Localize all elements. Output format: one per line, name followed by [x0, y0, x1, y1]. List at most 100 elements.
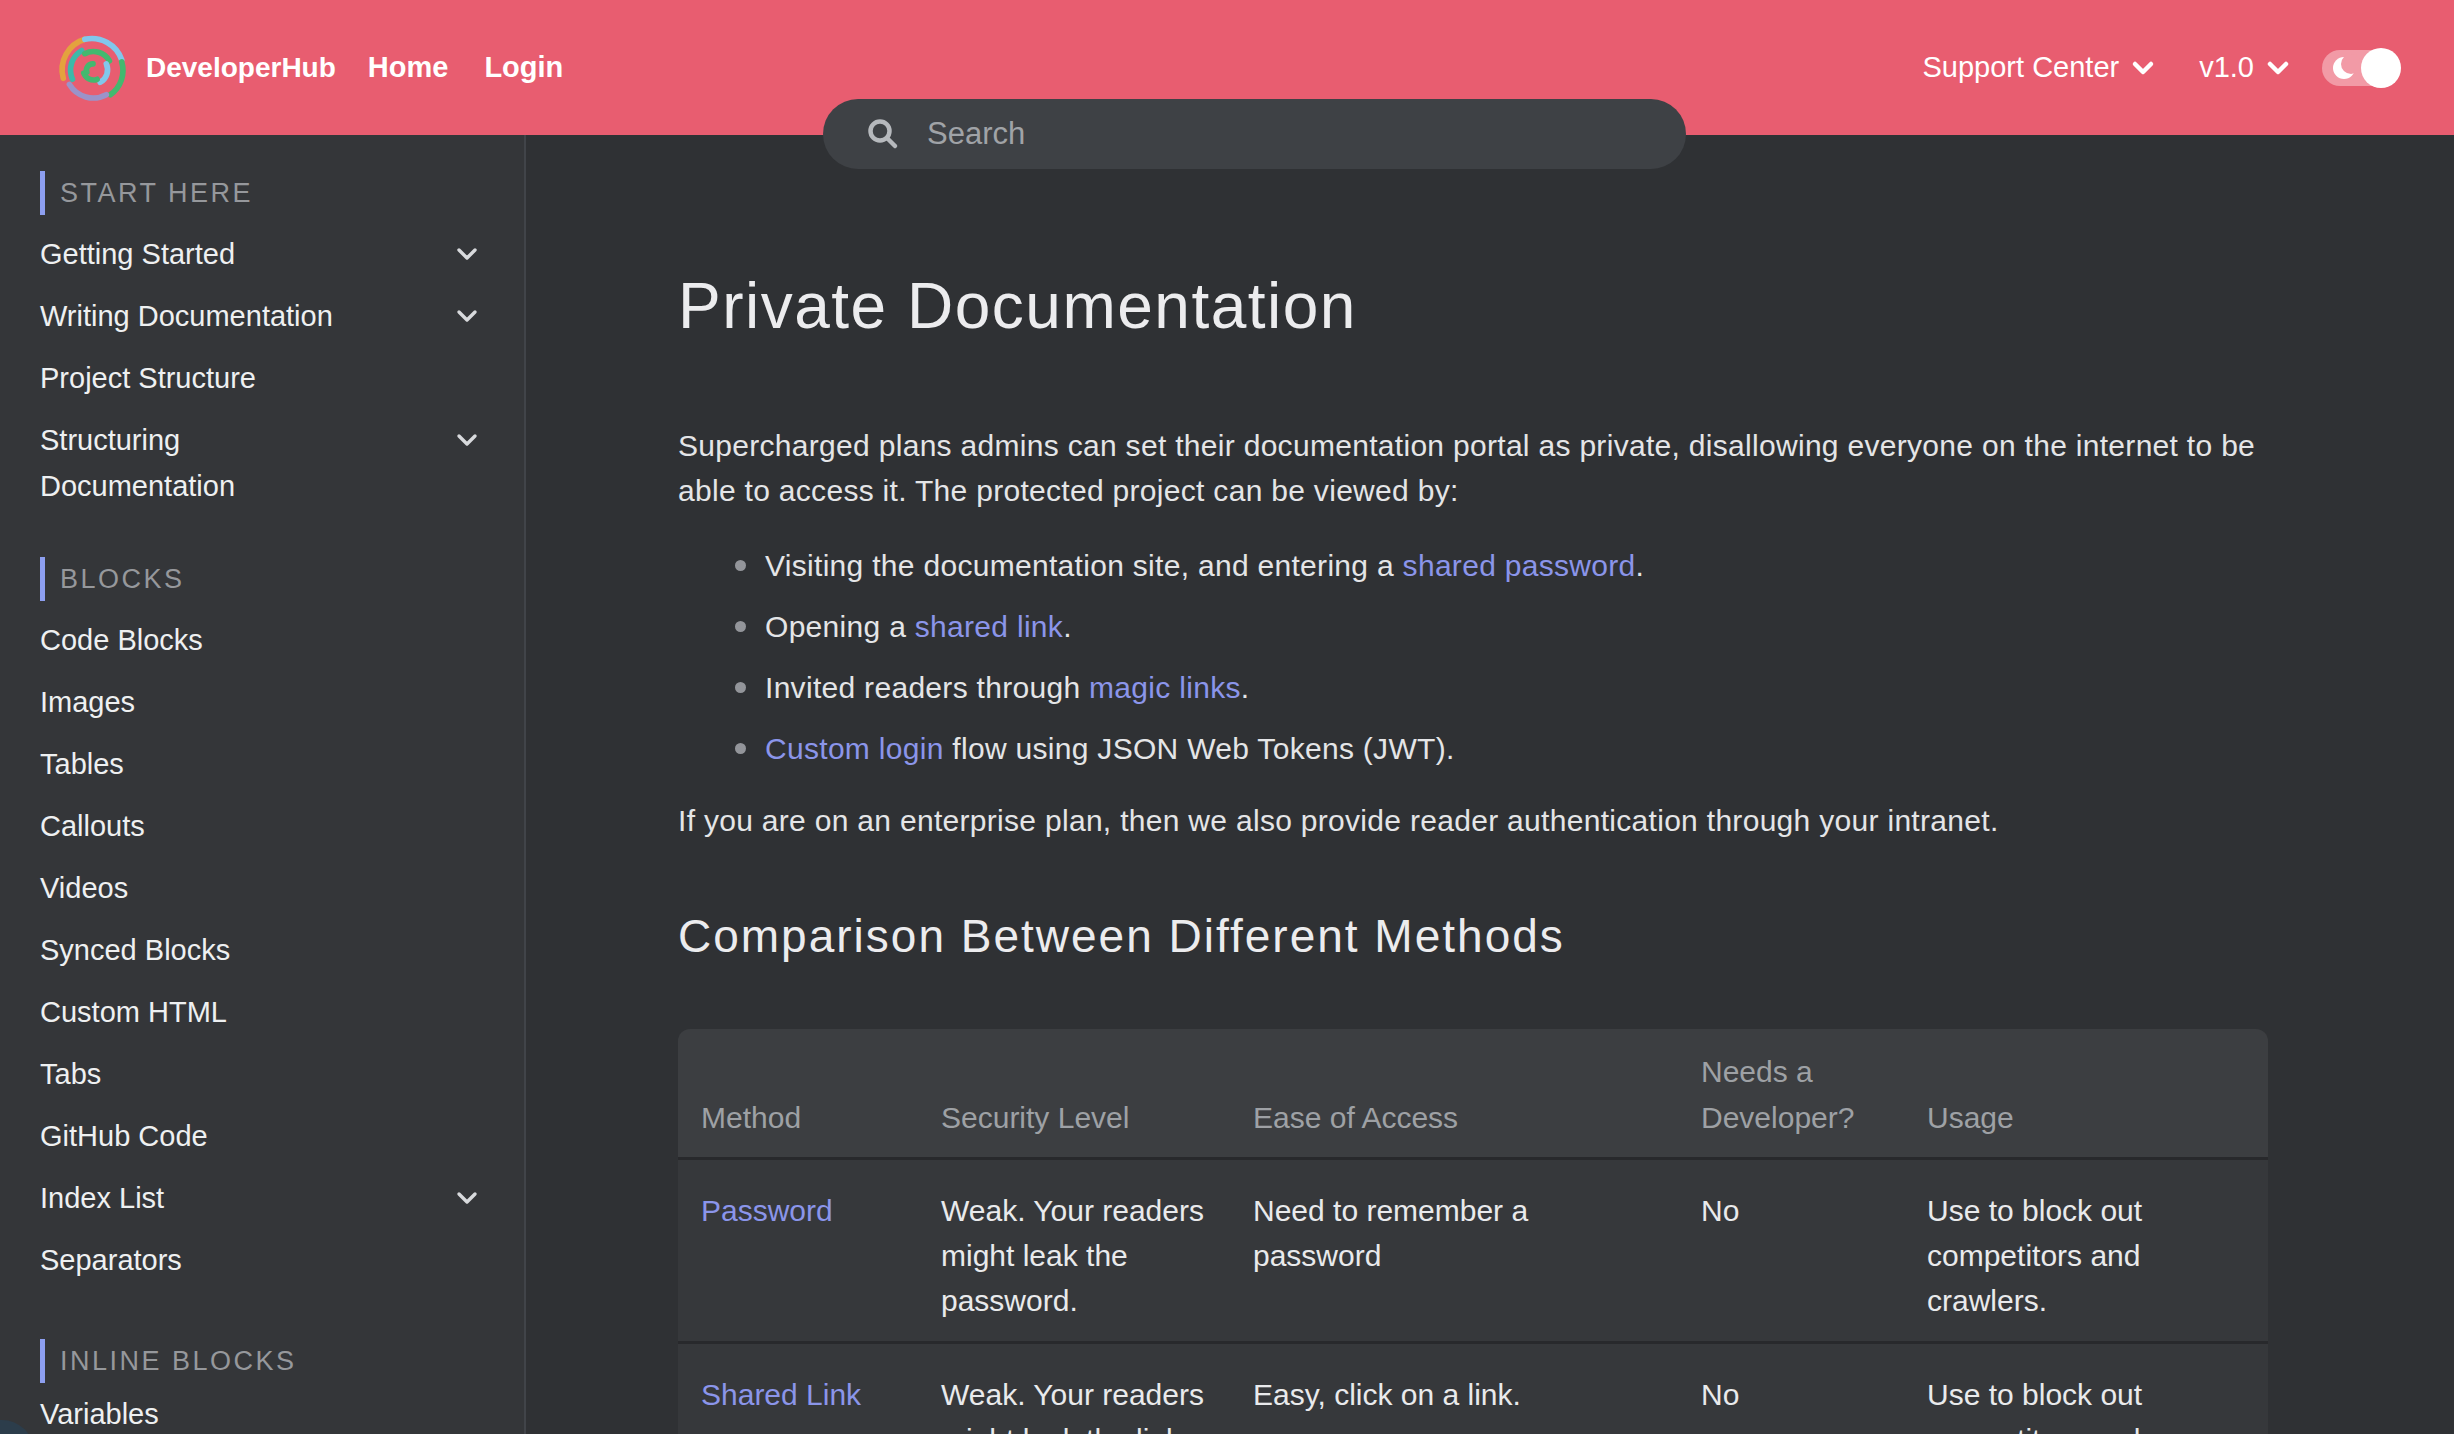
sidebar-item-synced-blocks[interactable]: Synced Blocks: [0, 919, 524, 981]
cell-ease: Easy, click on a link.: [1230, 1341, 1678, 1434]
sidebar-item-index-list[interactable]: Index List: [0, 1167, 524, 1229]
comparison-table: Method Security Level Ease of Access Nee…: [678, 1029, 2268, 1434]
custom-login-link[interactable]: Custom login: [765, 732, 944, 765]
sidebar-item-label: Code Blocks: [40, 609, 203, 663]
cell-usage: Use to block out competitors and crawler…: [1904, 1157, 2268, 1341]
sidebar-item-structuring-documentation[interactable]: Structuring Documentation: [0, 409, 524, 509]
sidebar-item-label: Writing Documentation: [40, 285, 333, 339]
chevron-down-icon: [452, 239, 482, 276]
brand-name: DeveloperHub: [146, 52, 336, 84]
password-link[interactable]: Password: [701, 1194, 833, 1227]
sidebar-item-tabs[interactable]: Tabs: [0, 1043, 524, 1105]
sidebar-item-project-structure[interactable]: Project Structure: [0, 347, 524, 409]
sidebar-item-code-blocks[interactable]: Code Blocks: [0, 609, 524, 671]
sidebar-section-start-here: START HERE: [40, 171, 524, 215]
support-center-menu[interactable]: Support Center: [1923, 51, 2160, 84]
list-item-text: .: [1241, 671, 1250, 704]
sidebar-item-variables[interactable]: Variables: [0, 1383, 524, 1434]
chevron-down-icon: [2262, 52, 2294, 84]
brand-group[interactable]: DeveloperHub: [52, 27, 336, 109]
shared-link-link[interactable]: Shared Link: [701, 1378, 861, 1411]
list-item: Invited readers through magic links.: [678, 665, 2438, 710]
sidebar-item-label: Separators: [40, 1229, 182, 1283]
sidebar-item-label: Tabs: [40, 1043, 101, 1097]
sidebar-item-callouts[interactable]: Callouts: [0, 795, 524, 857]
search-placeholder: Search: [927, 116, 1025, 152]
sidebar-item-label: Getting Started: [40, 223, 235, 277]
developerhub-logo-icon: [52, 27, 134, 109]
sidebar-section-blocks: BLOCKS: [40, 557, 524, 601]
sidebar-item-label: Images: [40, 671, 135, 725]
main-nav: Home Login: [368, 51, 564, 84]
sidebar-item-label: Tables: [40, 733, 124, 787]
shared-link-link[interactable]: shared link: [915, 610, 1063, 643]
sidebar-item-writing-documentation[interactable]: Writing Documentation: [0, 285, 524, 347]
version-label: v1.0: [2199, 51, 2254, 84]
cell-developer: No: [1678, 1341, 1904, 1434]
list-item-text: flow using JSON Web Tokens (JWT).: [944, 732, 1455, 765]
sidebar-item-label: Synced Blocks: [40, 919, 230, 973]
cell-usage: Use to block out competitors and crawler…: [1904, 1341, 2268, 1434]
nav-home[interactable]: Home: [368, 51, 449, 84]
sidebar: START HERE Getting Started Writing Docum…: [0, 135, 526, 1434]
sidebar-section-inline-blocks: INLINE BLOCKS: [40, 1339, 524, 1383]
table-row: Shared Link Weak. Your readers might lea…: [678, 1341, 2268, 1434]
moon-icon: [2330, 53, 2360, 83]
sidebar-item-custom-html[interactable]: Custom HTML: [0, 981, 524, 1043]
search-icon: [865, 116, 901, 152]
list-item-text: Visiting the documentation site, and ent…: [765, 549, 1403, 582]
sidebar-item-github-code[interactable]: GitHub Code: [0, 1105, 524, 1167]
sidebar-item-images[interactable]: Images: [0, 671, 524, 733]
cell-method: Password: [678, 1157, 918, 1341]
sidebar-item-getting-started[interactable]: Getting Started: [0, 223, 524, 285]
support-center-label: Support Center: [1923, 51, 2120, 84]
sidebar-item-label: Custom HTML: [40, 981, 227, 1035]
column-header-usage: Usage: [1904, 1029, 2268, 1157]
comparison-heading: Comparison Between Different Methods: [678, 908, 2438, 964]
sidebar-item-label: Structuring Documentation: [40, 409, 340, 509]
nav-login[interactable]: Login: [484, 51, 563, 84]
column-header-needs-developer: Needs a Developer?: [1678, 1029, 1904, 1157]
chevron-down-icon: [452, 301, 482, 338]
sidebar-item-separators[interactable]: Separators: [0, 1229, 524, 1291]
chevron-down-icon: [452, 425, 482, 462]
chevron-down-icon: [2127, 52, 2159, 84]
sidebar-item-label: Project Structure: [40, 347, 256, 401]
list-item: Visiting the documentation site, and ent…: [678, 543, 2438, 588]
intro-paragraph: Supercharged plans admins can set their …: [678, 423, 2278, 513]
list-item: Opening a shared link.: [678, 604, 2438, 649]
enterprise-note: If you are on an enterprise plan, then w…: [678, 798, 2438, 843]
sidebar-item-label: Videos: [40, 857, 128, 911]
list-item-text: Opening a: [765, 610, 915, 643]
cell-security: Weak. Your readers might leak the link.: [918, 1341, 1230, 1434]
cell-ease: Need to remember a password: [1230, 1157, 1678, 1341]
sidebar-item-videos[interactable]: Videos: [0, 857, 524, 919]
cell-developer: No: [1678, 1157, 1904, 1341]
column-header-security-level: Security Level: [918, 1029, 1230, 1157]
chevron-down-icon: [452, 1183, 482, 1220]
table-row: Password Weak. Your readers might leak t…: [678, 1157, 2268, 1341]
sidebar-item-label: Index List: [40, 1167, 164, 1221]
main-content: Private Documentation Supercharged plans…: [678, 0, 2438, 1434]
shared-password-link[interactable]: shared password: [1403, 549, 1636, 582]
magic-links-link[interactable]: magic links: [1089, 671, 1241, 704]
page-title: Private Documentation: [678, 268, 2438, 344]
table-header-row: Method Security Level Ease of Access Nee…: [678, 1029, 2268, 1157]
list-item-text: .: [1063, 610, 1072, 643]
sidebar-item-tables[interactable]: Tables: [0, 733, 524, 795]
list-item: Custom login flow using JSON Web Tokens …: [678, 726, 2438, 771]
version-menu[interactable]: v1.0: [2199, 51, 2294, 84]
dark-mode-toggle[interactable]: [2322, 50, 2400, 86]
list-item-text: .: [1636, 549, 1645, 582]
cell-security: Weak. Your readers might leak the passwo…: [918, 1157, 1230, 1341]
access-methods-list: Visiting the documentation site, and ent…: [678, 543, 2438, 771]
column-header-ease-of-access: Ease of Access: [1230, 1029, 1678, 1157]
search-input[interactable]: Search: [823, 99, 1686, 169]
column-header-method: Method: [678, 1029, 918, 1157]
sidebar-item-label: Variables: [40, 1383, 159, 1434]
toggle-knob: [2361, 48, 2401, 88]
list-item-text: Invited readers through: [765, 671, 1089, 704]
cell-method: Shared Link: [678, 1341, 918, 1434]
sidebar-item-label: Callouts: [40, 795, 145, 849]
sidebar-item-label: GitHub Code: [40, 1105, 208, 1159]
